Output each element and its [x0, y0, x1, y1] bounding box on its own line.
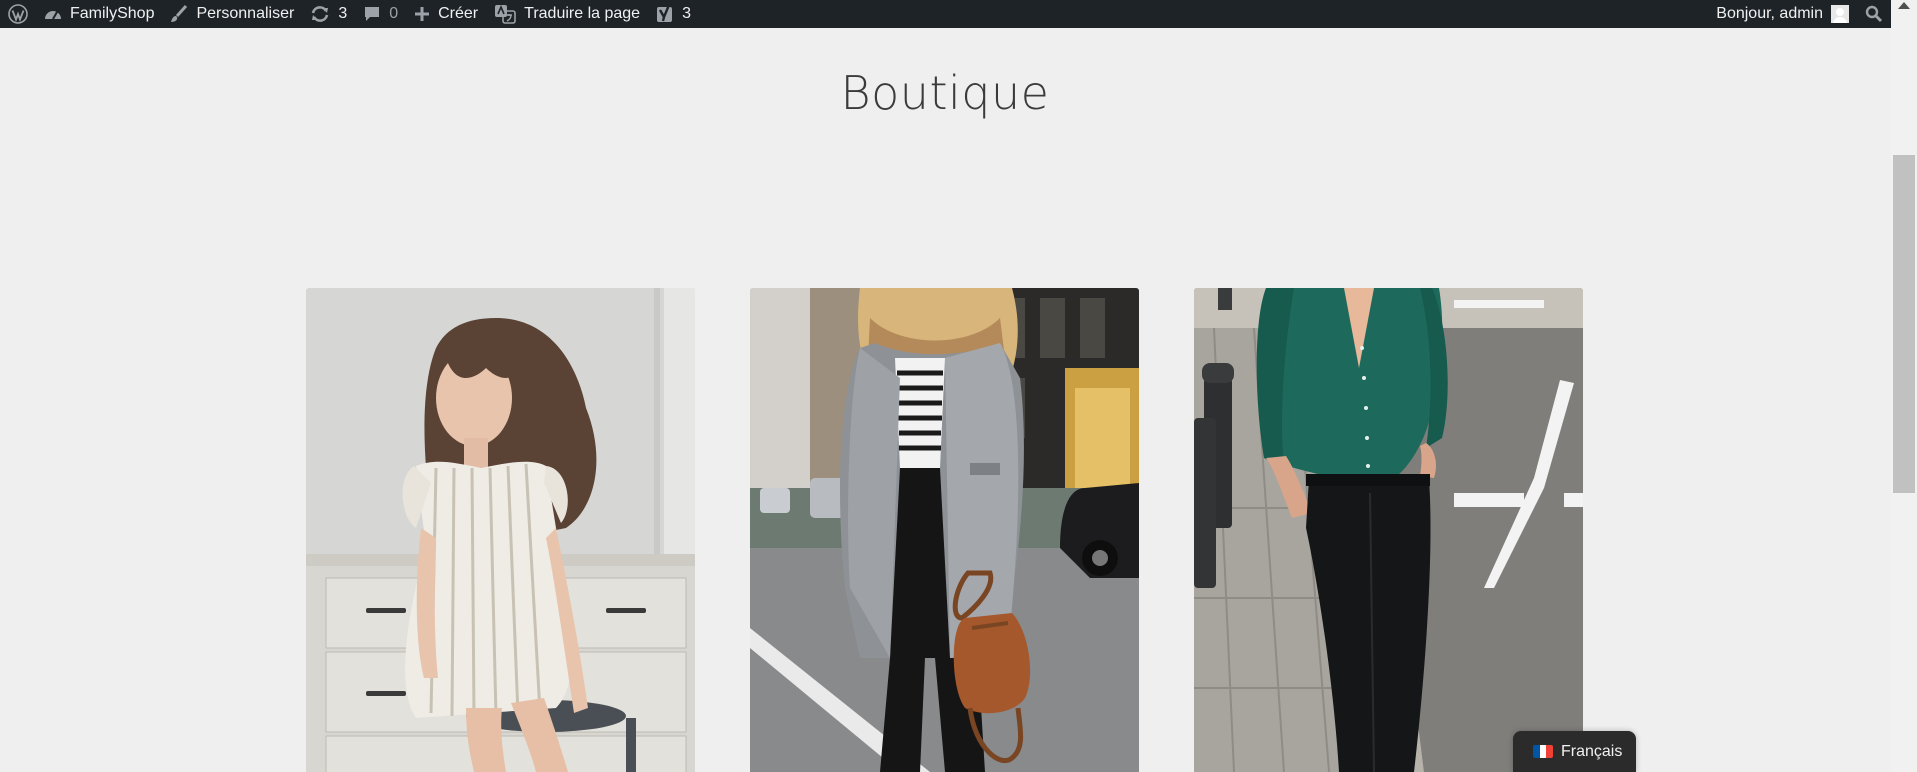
translate-page-link[interactable]: Traduire la page [486, 0, 648, 28]
product-image[interactable] [306, 288, 695, 772]
customize-link[interactable]: Personnaliser [162, 0, 302, 28]
seo-count: 3 [682, 5, 691, 22]
page-title: Boutique [840, 66, 1050, 120]
flag-stripe-white [1539, 745, 1547, 758]
site-name-label: FamilyShop [70, 5, 155, 22]
admin-bar: FamilyShop Personnaliser 3 0 Créer Tradu… [0, 0, 1917, 28]
new-content-link[interactable]: Créer [406, 0, 486, 28]
translate-page-label: Traduire la page [524, 5, 641, 22]
translate-icon [495, 4, 516, 24]
customize-label: Personnaliser [196, 5, 295, 22]
scroll-up-arrow-icon[interactable] [1898, 2, 1910, 9]
language-label: Français [1561, 742, 1623, 760]
yoast-logo-icon [657, 4, 673, 22]
comments-link[interactable]: 0 [355, 0, 406, 28]
my-account-link[interactable]: Bonjour, admin [1708, 0, 1857, 28]
avatar [1831, 5, 1849, 23]
comment-bubble-icon [365, 7, 380, 21]
paintbrush-icon [171, 5, 188, 22]
greeting-label: Bonjour, admin [1716, 5, 1823, 22]
yoast-seo-link[interactable]: 3 [648, 0, 699, 28]
product-card[interactable] [1194, 288, 1583, 772]
french-flag-icon [1533, 745, 1553, 758]
new-content-label: Créer [438, 5, 479, 22]
language-switcher[interactable]: Français [1513, 731, 1636, 772]
updates-link[interactable]: 3 [302, 0, 355, 28]
flag-stripe-red [1546, 745, 1553, 758]
dashboard-gauge-icon [45, 11, 61, 20]
product-card[interactable] [750, 288, 1139, 772]
scrollbar-thumb[interactable] [1893, 155, 1915, 493]
flag-stripe-blue [1533, 745, 1540, 758]
product-image[interactable] [1194, 288, 1583, 772]
plus-icon [415, 7, 430, 21]
comments-count: 0 [389, 5, 399, 22]
site-name-link[interactable]: FamilyShop [36, 0, 162, 28]
updates-count: 3 [338, 5, 348, 22]
wordpress-logo-icon[interactable] [0, 0, 36, 28]
updates-icon [312, 6, 329, 22]
product-card[interactable] [306, 288, 695, 772]
search-icon [1865, 5, 1883, 23]
product-image[interactable] [750, 288, 1139, 772]
